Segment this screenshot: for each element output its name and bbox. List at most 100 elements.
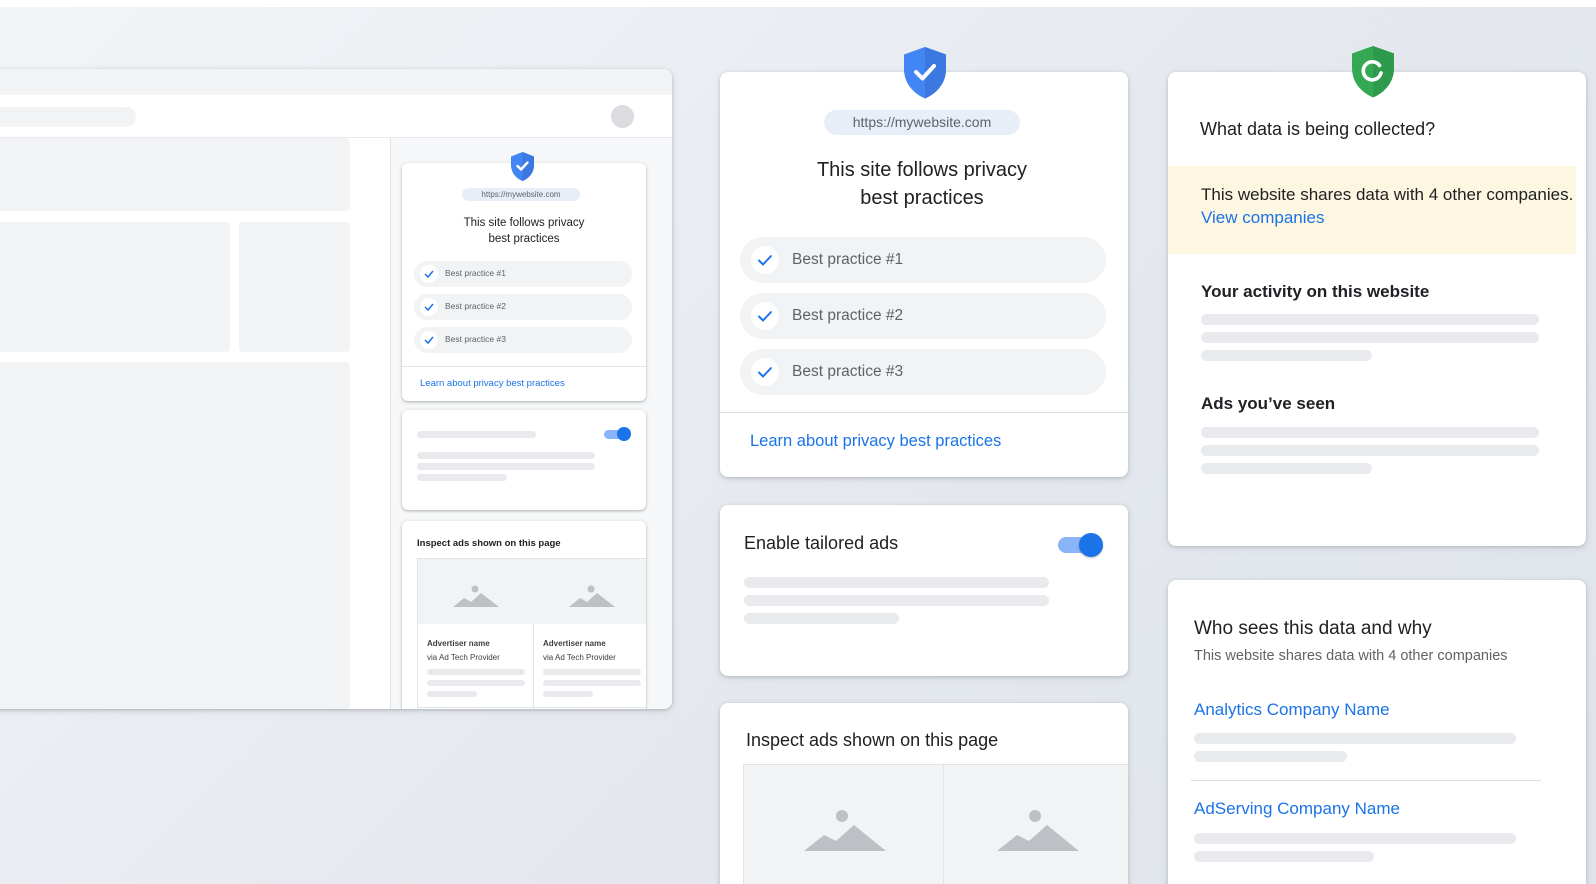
- ad-grid: [743, 764, 1128, 884]
- tab-strip: [0, 69, 672, 95]
- text-placeholder: [1201, 445, 1539, 456]
- best-practice-label: Best practice #2: [445, 301, 506, 311]
- privacy-title: This site follows privacy best practices: [760, 156, 1084, 212]
- text-placeholder: [543, 691, 593, 697]
- text-placeholder: [1194, 851, 1374, 862]
- placeholder-block: [0, 222, 230, 352]
- notice-text: This website shares data with 4 other co…: [1201, 185, 1574, 204]
- image-placeholder-icon: [804, 810, 886, 851]
- image-placeholder-icon: [997, 810, 1079, 851]
- side-panel: https://mywebsite.com This site follows …: [390, 138, 672, 709]
- best-practice-item[interactable]: Best practice #1: [414, 261, 632, 287]
- text-placeholder: [417, 474, 507, 481]
- check-icon: [420, 298, 438, 316]
- data-sharing-notice: This website shares data with 4 other co…: [1168, 166, 1576, 254]
- page-content-placeholder: [0, 138, 390, 709]
- text-placeholder: [744, 613, 899, 624]
- advertiser-name: Advertiser name: [543, 639, 606, 648]
- profile-avatar[interactable]: [611, 105, 634, 128]
- text-placeholder: [1201, 463, 1372, 474]
- inspect-ads-card: Inspect ads shown on this page: [720, 703, 1128, 884]
- browser-toolbar: [0, 95, 672, 138]
- tailored-ads-label: Enable tailored ads: [744, 533, 899, 553]
- best-practice-label: Best practice #2: [792, 307, 904, 324]
- browser-window: https://mywebsite.com This site follows …: [0, 69, 672, 709]
- shield-loading-icon: [1352, 46, 1394, 98]
- ad-grid: Advertiser name via Ad Tech Provider Adv…: [417, 558, 646, 709]
- toggle-knob: [1079, 533, 1103, 557]
- mini-ads-toggle-card: [402, 410, 646, 510]
- best-practice-item[interactable]: Best practice #2: [414, 294, 632, 320]
- learn-privacy-link[interactable]: Learn about privacy best practices: [720, 412, 1128, 472]
- check-icon: [751, 302, 779, 330]
- ad-card[interactable]: Advertiser name via Ad Tech Provider: [418, 559, 534, 709]
- text-placeholder: [427, 680, 525, 686]
- ad-card[interactable]: [744, 765, 944, 884]
- best-practice-item[interactable]: Best practice #3: [740, 349, 1106, 395]
- title-line: best practices: [860, 187, 984, 209]
- site-url: https://mywebsite.com: [824, 110, 1020, 135]
- title-line: This site follows privacy: [816, 159, 1028, 181]
- privacy-title: This site follows privacy best practices: [422, 215, 626, 247]
- text-placeholder: [543, 669, 641, 675]
- check-icon: [420, 331, 438, 349]
- mini-inspect-ads-card: Inspect ads shown on this page Advertise…: [402, 521, 646, 709]
- toggle-knob: [617, 427, 631, 441]
- best-practice-label: Best practice #3: [792, 363, 904, 380]
- company-link-adserving[interactable]: AdServing Company Name: [1194, 799, 1400, 819]
- site-url: https://mywebsite.com: [462, 188, 580, 201]
- best-practice-label: Best practice #1: [792, 251, 904, 268]
- tailored-ads-toggle[interactable]: [1058, 532, 1104, 558]
- image-placeholder-icon: [453, 585, 499, 607]
- text-placeholder: [1201, 332, 1539, 343]
- ad-tech-provider: via Ad Tech Provider: [543, 653, 616, 662]
- mini-privacy-card: https://mywebsite.com This site follows …: [402, 152, 646, 402]
- ad-card[interactable]: Advertiser name via Ad Tech Provider: [534, 559, 646, 709]
- shield-check-icon: [904, 47, 946, 99]
- ad-image: [418, 559, 534, 624]
- ad-tech-provider: via Ad Tech Provider: [427, 653, 500, 662]
- title-line: This site follows privacy: [463, 217, 585, 229]
- placeholder-block: [0, 362, 350, 709]
- best-practice-label: Best practice #3: [445, 334, 506, 344]
- address-bar[interactable]: [0, 107, 136, 127]
- best-practice-item[interactable]: Best practice #3: [414, 327, 632, 353]
- text-placeholder: [417, 463, 595, 470]
- image-placeholder-icon: [569, 585, 615, 607]
- check-icon: [751, 246, 779, 274]
- data-collected-card: What data is being collected? This websi…: [1168, 46, 1586, 546]
- placeholder-block: [239, 222, 350, 352]
- advertiser-name: Advertiser name: [427, 639, 490, 648]
- ad-image: [534, 559, 646, 624]
- inspect-ads-title: Inspect ads shown on this page: [417, 538, 561, 549]
- text-placeholder: [417, 431, 536, 438]
- company-divider: [1191, 780, 1541, 781]
- text-placeholder: [1201, 350, 1372, 361]
- text-placeholder: [427, 691, 477, 697]
- placeholder-block: [0, 138, 350, 211]
- text-placeholder: [417, 452, 595, 459]
- text-placeholder: [543, 680, 641, 686]
- shield-check-icon: [511, 152, 534, 181]
- learn-privacy-link[interactable]: Learn about privacy best practices: [402, 366, 646, 402]
- text-placeholder: [1194, 733, 1516, 744]
- title-line: best practices: [488, 233, 560, 245]
- tailored-ads-toggle[interactable]: [604, 427, 631, 441]
- who-sees-data-card: Who sees this data and why This website …: [1168, 580, 1586, 884]
- check-icon: [420, 265, 438, 283]
- text-placeholder: [1194, 833, 1516, 844]
- text-placeholder: [427, 669, 525, 675]
- ad-card[interactable]: [944, 765, 1128, 884]
- text-placeholder: [1194, 751, 1347, 762]
- view-companies-link[interactable]: View companies: [1201, 208, 1324, 227]
- company-link-analytics[interactable]: Analytics Company Name: [1194, 700, 1390, 720]
- who-sees-title: Who sees this data and why: [1194, 618, 1432, 639]
- text-placeholder: [1201, 427, 1539, 438]
- text-placeholder: [744, 577, 1049, 588]
- best-practice-item[interactable]: Best practice #2: [740, 293, 1106, 339]
- privacy-practices-card: https://mywebsite.com This site follows …: [720, 47, 1128, 477]
- text-placeholder: [744, 595, 1049, 606]
- text-placeholder: [1201, 314, 1539, 325]
- data-collected-title: What data is being collected?: [1200, 119, 1436, 139]
- best-practice-item[interactable]: Best practice #1: [740, 237, 1106, 283]
